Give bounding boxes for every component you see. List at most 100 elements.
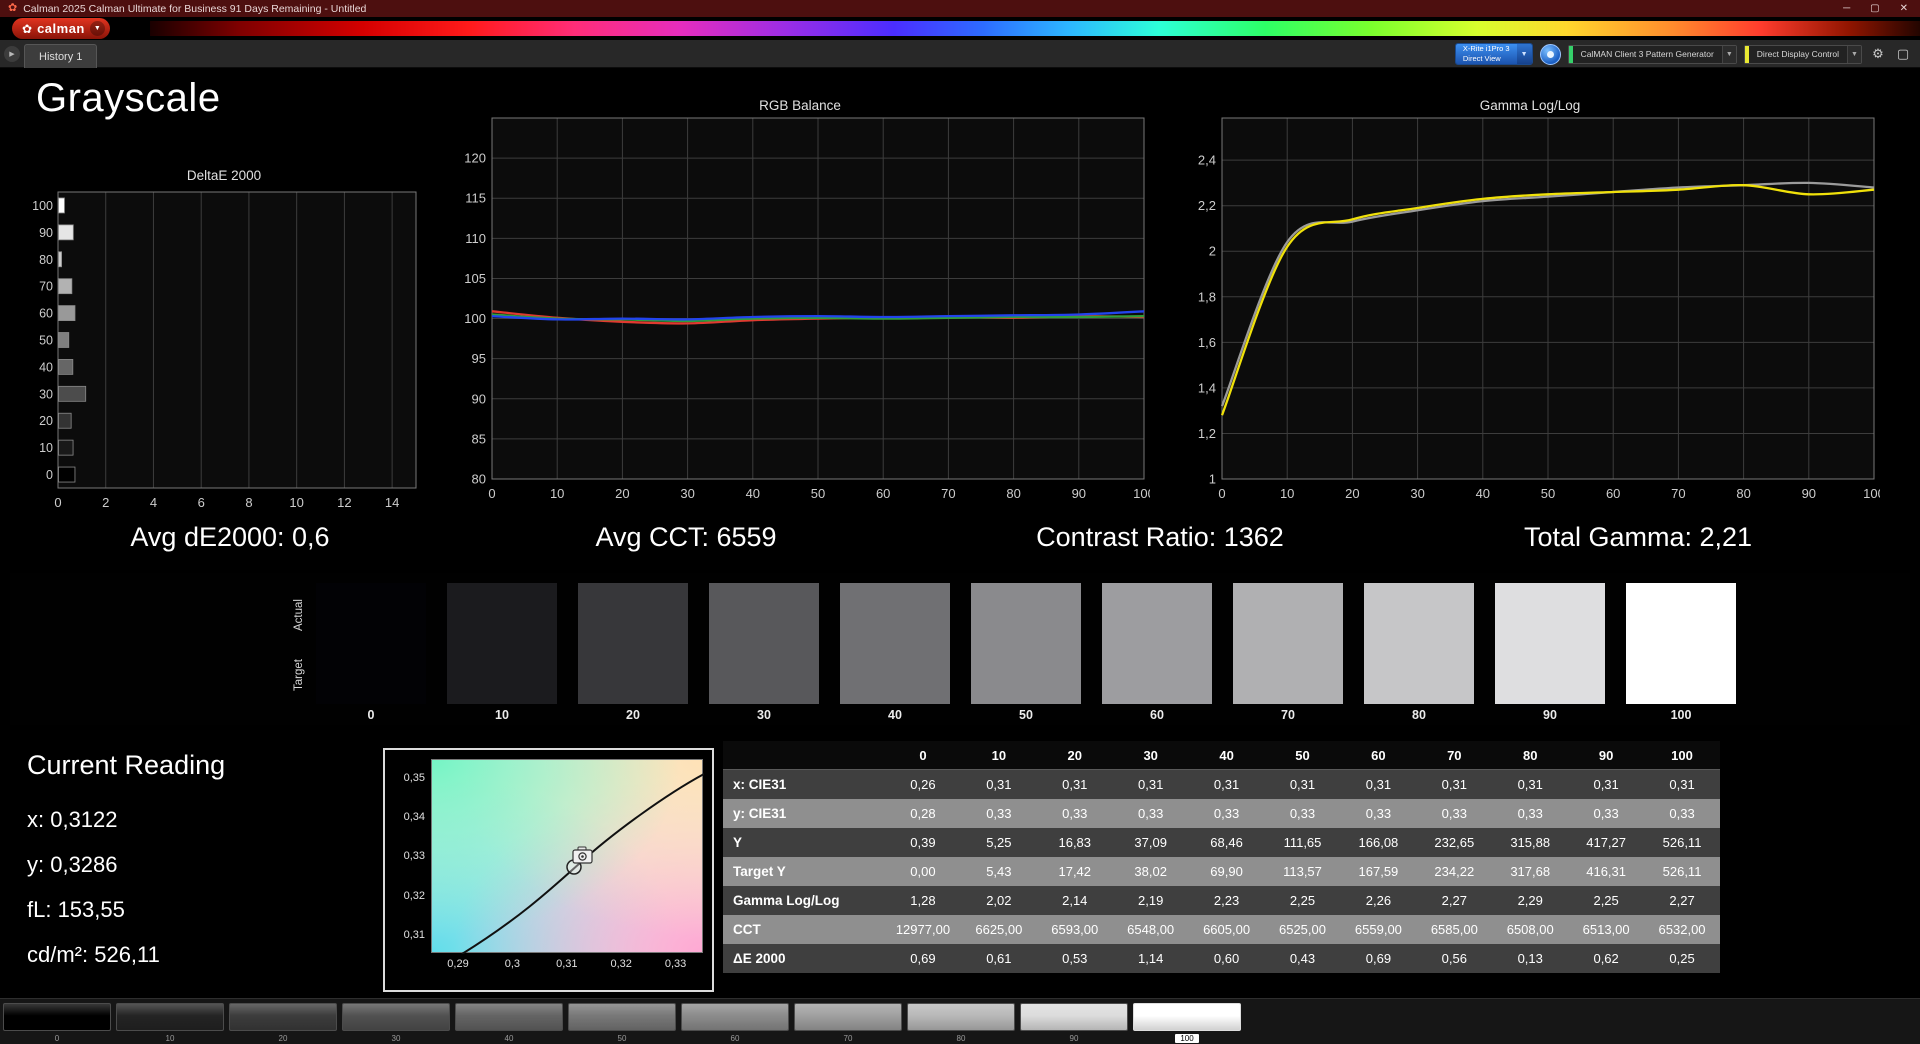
svg-text:30: 30: [680, 486, 694, 501]
table-cell: 111,65: [1265, 835, 1341, 850]
table-cell: 0,69: [1340, 951, 1416, 966]
svg-text:85: 85: [472, 431, 486, 446]
table-cell: 0,69: [885, 951, 961, 966]
pattern-patch: 40: [455, 1003, 563, 1044]
table-cell: 526,11: [1644, 864, 1720, 879]
patch-step-number: 20: [279, 1034, 288, 1043]
tab-scroll-button[interactable]: ▶: [4, 46, 20, 62]
table-cell: 2,19: [1113, 893, 1189, 908]
cie-diagram: [431, 759, 703, 953]
table-cell: 6525,00: [1265, 922, 1341, 937]
grayscale-swatch: [1233, 583, 1343, 704]
svg-text:100: 100: [1133, 486, 1150, 501]
table-cell: 2,27: [1644, 893, 1720, 908]
table-cell: 37,09: [1113, 835, 1189, 850]
pattern-patch-button[interactable]: [342, 1003, 450, 1031]
close-icon[interactable]: ✕: [1900, 3, 1908, 14]
svg-text:70: 70: [1671, 486, 1685, 501]
table-cell: 0,31: [1644, 777, 1720, 792]
pattern-patch: 0: [3, 1003, 111, 1044]
table-cell: 0,31: [1340, 777, 1416, 792]
pattern-patch-button[interactable]: [568, 1003, 676, 1031]
minimize-icon[interactable]: ─: [1843, 3, 1850, 14]
meter-status-badge[interactable]: [1540, 44, 1561, 65]
table-row-label: ΔE 2000: [723, 951, 885, 966]
table-column-header: 100: [1644, 748, 1720, 763]
chevron-down-icon: ▼: [1722, 46, 1736, 63]
svg-text:2: 2: [102, 495, 109, 510]
svg-text:1,8: 1,8: [1198, 289, 1216, 304]
svg-text:12: 12: [337, 495, 351, 510]
table-row: ΔE 20000,690,610,531,140,600,430,690,560…: [723, 944, 1720, 973]
table-cell: 0,25: [1644, 951, 1720, 966]
pattern-patch-button[interactable]: [3, 1003, 111, 1031]
table-cell: 0,33: [1265, 806, 1341, 821]
patch-step-number: 0: [55, 1034, 59, 1043]
reading-fl: fL: 153,55: [27, 887, 225, 932]
meter-dropdown[interactable]: X-Rite i1Pro 3 Direct View ▼: [1455, 43, 1533, 65]
table-cell: 0,31: [1492, 777, 1568, 792]
table-cell: 6548,00: [1113, 922, 1189, 937]
svg-text:4: 4: [150, 495, 157, 510]
maximize-icon[interactable]: ▢: [1870, 3, 1879, 14]
table-cell: 68,46: [1189, 835, 1265, 850]
pattern-patch-button[interactable]: [116, 1003, 224, 1031]
table-cell: 2,29: [1492, 893, 1568, 908]
svg-text:90: 90: [472, 391, 486, 406]
current-reading-title: Current Reading: [27, 750, 225, 781]
pattern-patch-label: 100: [1133, 1033, 1241, 1044]
svg-text:2: 2: [1209, 244, 1216, 259]
pattern-patch-button[interactable]: [681, 1003, 789, 1031]
pattern-patch: 90: [1020, 1003, 1128, 1044]
reading-y: y: 0,3286: [27, 842, 225, 887]
stat-contrast-ratio: Contrast Ratio: 1362: [960, 522, 1360, 553]
tab-history-1[interactable]: History 1: [24, 44, 97, 68]
calman-menu-button[interactable]: ✿ calman ▼: [12, 18, 110, 39]
table-cell: 234,22: [1416, 864, 1492, 879]
svg-text:2,2: 2,2: [1198, 198, 1216, 213]
grayscale-swatch: [1626, 583, 1736, 704]
table-cell: 2,25: [1265, 893, 1341, 908]
table-cell: 6605,00: [1189, 922, 1265, 937]
pattern-patch-button[interactable]: [229, 1003, 337, 1031]
svg-text:20: 20: [1345, 486, 1359, 501]
stat-avg-de2000: Avg dE2000: 0,6: [30, 522, 430, 553]
display-dropdown[interactable]: Direct Display Control ▼: [1744, 45, 1862, 64]
pattern-patch: 70: [794, 1003, 902, 1044]
stat-total-gamma: Total Gamma: 2,21: [1438, 522, 1838, 553]
grayscale-swatch-strip: Actual Target 0102030405060708090100: [10, 573, 1910, 725]
pattern-patch-button[interactable]: [907, 1003, 1015, 1031]
table-cell: 6585,00: [1416, 922, 1492, 937]
gear-icon[interactable]: ⚙: [1869, 44, 1887, 64]
table-column-header: 70: [1416, 748, 1492, 763]
table-column-header: 10: [961, 748, 1037, 763]
pattern-patch-button[interactable]: [455, 1003, 563, 1031]
table-row: Y0,395,2516,8337,0968,46111,65166,08232,…: [723, 828, 1720, 857]
window-layout-icon[interactable]: ▢: [1894, 44, 1912, 64]
pattern-patch-button[interactable]: [1020, 1003, 1128, 1031]
pattern-patch-label: 70: [794, 1033, 902, 1044]
pattern-patch-label: 30: [342, 1033, 450, 1044]
reading-cdm2: cd/m²: 526,11: [27, 932, 225, 977]
target-row-label: Target: [293, 645, 305, 705]
table-cell: 0,56: [1416, 951, 1492, 966]
svg-text:115: 115: [465, 191, 486, 206]
pattern-patch-button[interactable]: [1133, 1003, 1241, 1031]
tab-history-label: History 1: [39, 51, 82, 63]
cie-x-tick-label: 0,29: [436, 958, 480, 970]
source-dropdown[interactable]: CalMAN Client 3 Pattern Generator ▼: [1568, 45, 1737, 64]
brand-row: ✿ calman ▼: [0, 17, 1920, 40]
table-cell: 38,02: [1113, 864, 1189, 879]
grayscale-swatch: [1495, 583, 1605, 704]
table-cell: 317,68: [1492, 864, 1568, 879]
table-cell: 6625,00: [961, 922, 1037, 937]
rgb-balance-chart: 0102030405060708090100808590951001051101…: [450, 116, 1150, 514]
pattern-patch-label: 60: [681, 1033, 789, 1044]
pattern-patch: 60: [681, 1003, 789, 1044]
grayscale-swatch: [316, 583, 426, 704]
table-column-header: 20: [1037, 748, 1113, 763]
svg-text:0: 0: [488, 486, 495, 501]
pattern-patch-button[interactable]: [794, 1003, 902, 1031]
svg-text:1,4: 1,4: [1198, 380, 1216, 395]
table-cell: 12977,00: [885, 922, 961, 937]
